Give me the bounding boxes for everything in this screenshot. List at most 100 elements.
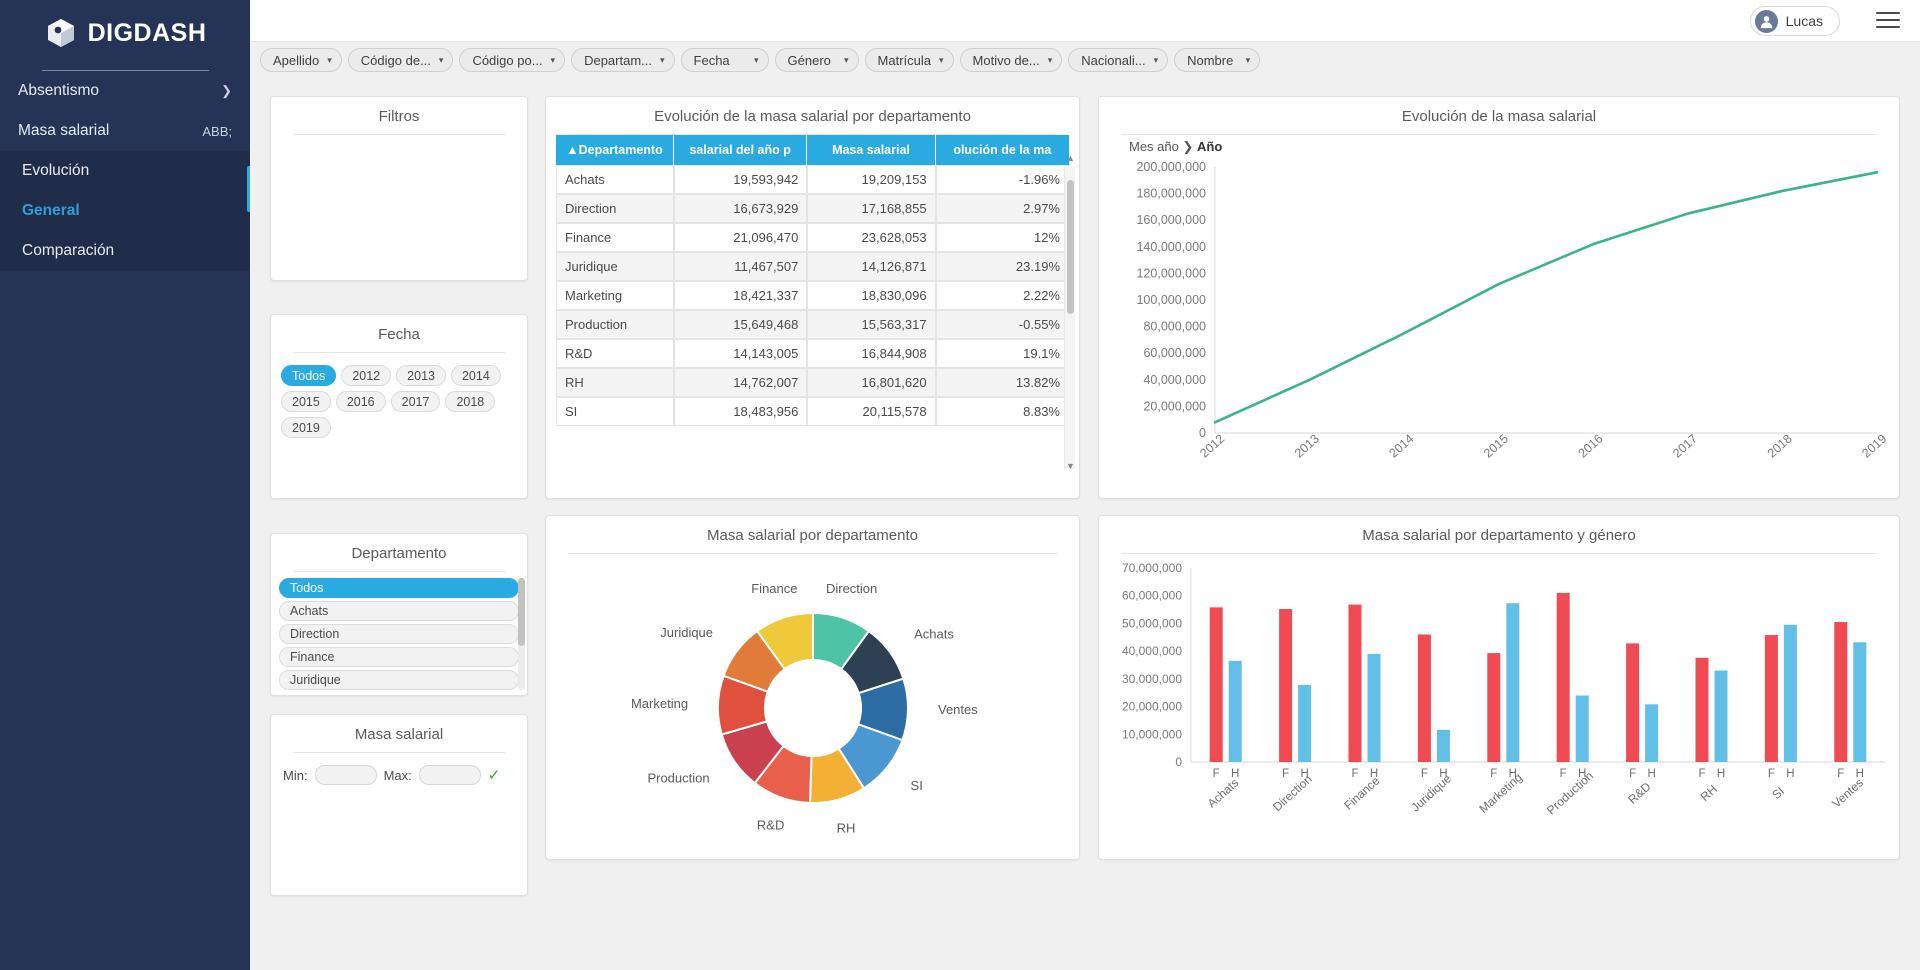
fecha-options: Todos 2012 2013 2014 2015 2016 2017 2018… [271,353,527,438]
sidebar-item-evolucion-label: Evolución [22,162,90,179]
sidebar-item-evolucion[interactable]: Evolución [0,151,250,191]
svg-text:Achats: Achats [1205,776,1242,811]
departamento-option-juridique[interactable]: Juridique [279,670,519,690]
departamento-panel-title: Departamento [293,534,505,572]
svg-text:F: F [1560,768,1567,780]
sort-asc-icon: ▲ [566,143,579,157]
table-row[interactable]: RH 14,762,007 16,801,620 13.82% [556,368,1069,397]
breadcrumb-parent[interactable]: Mes año [1129,139,1179,154]
masa-min-input[interactable] [314,765,377,785]
line-chart-svg[interactable]: 0 20,000,000 40,000,000 60,000,000 80,000,00… [1105,155,1895,495]
fecha-option-2015[interactable]: 2015 [281,391,331,412]
sidebar-item-general-label: General [22,202,80,219]
table-scrollbar[interactable]: ▲ ▼ [1064,153,1075,471]
cell-prev: 14,143,005 [673,339,808,368]
table-row[interactable]: Finance 21,096,470 23,628,053 12% [556,223,1069,252]
filter-apellido[interactable]: Apellido ▾ [260,48,342,72]
filter-nombre[interactable]: Nombre ▾ [1174,48,1261,72]
cell-evol: -0.55% [935,310,1069,339]
cell-evol: 19.1% [935,339,1069,368]
svg-text:Juridique: Juridique [1408,771,1454,814]
filter-motivo-de-label: Motivo de... [972,52,1040,68]
fecha-option-2017[interactable]: 2017 [390,391,441,412]
svg-text:180,000,000: 180,000,000 [1136,187,1206,201]
filter-nacionalidad[interactable]: Nacionali... ▾ [1068,48,1169,72]
fecha-option-2019[interactable]: 2019 [281,417,331,438]
cell-mass: 14,126,871 [807,252,936,281]
svg-text:80,000,000: 80,000,000 [1143,320,1206,334]
table-row[interactable]: Direction 16,673,929 17,168,855 2.97% [556,194,1069,223]
svg-text:60,000,000: 60,000,000 [1143,346,1206,360]
departamento-option-achats[interactable]: Achats [279,601,519,621]
cell-dept: SI [556,397,674,426]
departamento-option-direction[interactable]: Direction [279,624,519,644]
chevron-down-icon: ▾ [438,54,444,65]
sidebar-item-masa-salarial[interactable]: Masa salarial ABB; [0,111,250,151]
departamento-option-finance[interactable]: Finance [279,647,519,667]
svg-text:Direction: Direction [826,581,877,596]
scroll-up-arrow-icon[interactable]: ▲ [1066,153,1075,163]
filter-codigo-de[interactable]: Código de... ▾ [347,48,454,72]
filter-matricula[interactable]: Matrícula ▾ [864,48,954,72]
svg-text:F: F [1629,768,1636,780]
col-masa-salarial[interactable]: Masa salarial [807,135,936,165]
svg-text:200,000,000: 200,000,000 [1136,160,1206,174]
svg-text:Juridique: Juridique [660,625,713,640]
sidebar-item-absentismo[interactable]: Absentismo ❯ [0,71,250,111]
sidebar-item-general[interactable]: General [0,191,250,231]
user-menu-button[interactable]: Lucas [1749,6,1840,36]
fecha-option-2018[interactable]: 2018 [445,391,496,412]
fecha-option-2016[interactable]: 2016 [335,391,386,412]
check-icon[interactable]: ✓ [488,766,501,784]
col-masa-anio-previo[interactable]: salarial del año p [673,135,808,165]
table-row[interactable]: Production 15,649,468 15,563,317 -0.55% [556,310,1069,339]
app-logo[interactable]: DIGDASH [0,6,250,60]
filter-departamento[interactable]: Departam... ▾ [571,48,675,72]
chevron-down-icon: ▾ [327,54,332,65]
svg-text:20,000,000: 20,000,000 [1122,700,1182,714]
table-row[interactable]: Achats 19,593,942 19,209,153 -1.96% [556,165,1069,194]
svg-text:Ventes: Ventes [1829,776,1866,811]
departamento-option-todos[interactable]: Todos [279,578,519,598]
cell-prev: 14,762,007 [673,368,808,397]
svg-text:60,000,000: 60,000,000 [1122,589,1182,603]
fecha-option-todos[interactable]: Todos [281,365,337,386]
col-evolucion[interactable]: olución de la ma [935,135,1069,165]
sidebar-item-absentismo-label: Absentismo [18,82,99,99]
departamento-scrollbar[interactable] [518,578,525,690]
cell-mass: 18,830,096 [807,281,936,310]
user-name-label: Lucas [1785,13,1823,29]
masa-max-input[interactable] [418,765,481,785]
chevron-down-icon: ▾ [660,54,665,65]
hamburger-menu-icon[interactable] [1876,10,1900,30]
filter-fecha[interactable]: Fecha ▾ [680,48,769,72]
fecha-option-2014[interactable]: 2014 [450,365,501,386]
filter-apellido-label: Apellido [273,52,320,68]
table-row[interactable]: Marketing 18,421,337 18,830,096 2.22% [556,281,1069,310]
bar-chart-svg[interactable]: 0 10,000,000 20,000,000 30,000,000 40,000,00… [1099,558,1899,858]
cell-evol: -1.96% [935,165,1069,194]
cell-dept: Direction [556,194,674,223]
chevron-down-icon: ▾ [550,54,556,65]
col-departamento[interactable]: ▲Departamento [556,135,674,165]
cell-dept: RH [556,368,674,397]
filter-genero[interactable]: Género ▾ [774,48,859,72]
sidebar-item-comparacion[interactable]: Comparación [0,231,250,271]
sidebar: DIGDASH Absentismo ❯ Masa salarial ABB; … [0,0,254,970]
filter-codigo-po[interactable]: Código po... ▾ [459,48,566,72]
cell-evol: 2.22% [935,281,1069,310]
table-row[interactable]: SI 18,483,956 20,115,578 8.83% [556,397,1069,426]
cell-dept: Juridique [556,252,674,281]
chevron-down-icon: ▾ [754,54,759,65]
donut-chart-svg[interactable]: Direction Achats Ventes SI RH R&D Production Ma… [546,558,1079,858]
svg-text:2016: 2016 [1576,431,1606,460]
fecha-option-2012[interactable]: 2012 [341,365,392,386]
table-row[interactable]: R&D 14,143,005 16,844,908 19.1% [556,339,1069,368]
table-row[interactable]: Juridique 11,467,507 14,126,871 23.19% [556,252,1069,281]
fecha-option-2013[interactable]: 2013 [396,365,446,386]
cell-prev: 11,467,507 [673,252,808,281]
cell-mass: 23,628,053 [807,223,936,252]
filter-motivo-de[interactable]: Motivo de... ▾ [959,48,1063,72]
filter-codigo-po-label: Código po... [472,52,543,68]
scroll-down-arrow-icon[interactable]: ▼ [1066,461,1075,471]
